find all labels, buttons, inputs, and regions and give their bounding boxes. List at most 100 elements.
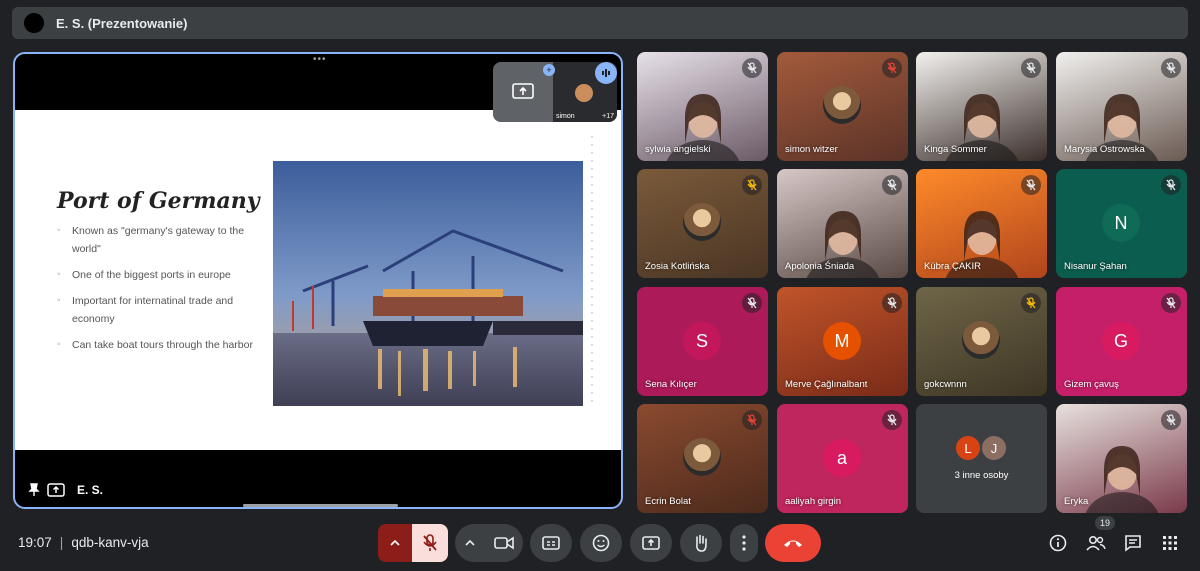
mic-toggle-button[interactable] (412, 524, 448, 562)
meeting-details-button[interactable] (1045, 530, 1071, 556)
present-button[interactable] (630, 524, 672, 562)
mic-off-icon (882, 175, 902, 195)
participant-tile[interactable]: Kinga Sommer (916, 52, 1047, 161)
reactions-button[interactable] (580, 524, 622, 562)
participant-name: Apolonia Śniada (785, 261, 855, 272)
participant-tile[interactable]: N Nisanur Şahan (1056, 169, 1187, 278)
participant-name: Kinga Sommer (924, 144, 987, 155)
info-icon (1049, 534, 1067, 552)
presenter-bar: E. S. (Prezentowanie) (12, 7, 1188, 39)
pin-icon[interactable]: + (543, 64, 555, 76)
participant-tile[interactable]: a aaliyah girgin (777, 404, 908, 513)
more-vert-icon (742, 535, 746, 551)
avatar (823, 86, 861, 124)
slide: Port of Germany Known as "germany's gate… (15, 110, 621, 450)
slide-bullet: One of the biggest ports in europe (57, 266, 257, 284)
meeting-code[interactable]: qdb-kanv-vja (71, 535, 148, 550)
slide-bullet: Important for internatinal trade and eco… (57, 292, 257, 328)
slide-bullets: Known as "germany's gateway to the world… (57, 222, 257, 362)
participant-name: Ecrin Bolat (645, 496, 691, 507)
participant-tile[interactable]: simon witzer (777, 52, 908, 161)
participant-name: Nisanur Şahan (1064, 261, 1127, 272)
pip-participant-count: +17 (602, 113, 614, 120)
participant-tile[interactable]: M Merve Çağlınalbant (777, 287, 908, 396)
participant-name: sylwia angielski (645, 144, 711, 155)
mic-off-icon (423, 534, 437, 551)
chat-button[interactable] (1120, 530, 1146, 556)
participant-tile[interactable]: sylwia angielski (637, 52, 768, 161)
camera-options-button[interactable] (455, 539, 485, 547)
mic-off-icon (742, 175, 762, 195)
mic-off-icon (1161, 293, 1181, 313)
mic-off-icon (882, 410, 902, 430)
mic-off-icon (1021, 58, 1041, 78)
activities-button[interactable] (1157, 530, 1183, 556)
pin-icon[interactable] (27, 483, 41, 497)
participant-name: Zosia Kotlińska (645, 261, 710, 272)
chevron-up-icon (465, 539, 475, 546)
presenter-label: E. S. (27, 483, 103, 497)
mic-options-button[interactable] (378, 524, 412, 562)
avatar: M (823, 322, 861, 360)
more-options-button[interactable] (730, 524, 758, 562)
chat-icon (1125, 535, 1141, 552)
avatar (575, 84, 593, 102)
avatar (962, 321, 1000, 359)
mic-off-icon (1021, 293, 1041, 313)
raise-hand-button[interactable] (680, 524, 722, 562)
mic-off-icon (1161, 58, 1181, 78)
captions-button[interactable] (530, 524, 572, 562)
chevron-up-icon (390, 539, 400, 546)
mic-control-group (378, 524, 448, 562)
participant-tile[interactable]: Ecrin Bolat (637, 404, 768, 513)
mic-off-icon (882, 293, 902, 313)
slide-bullet: Known as "germany's gateway to the world… (57, 222, 257, 258)
apps-grid-icon (1163, 536, 1177, 550)
presenter-avatar (24, 13, 44, 33)
present-screen-icon (47, 483, 65, 497)
participant-tile[interactable]: Marysia Ostrowska (1056, 52, 1187, 161)
participant-tile[interactable]: Eryka (1056, 404, 1187, 513)
mic-off-icon (1161, 410, 1181, 430)
participant-name: Sena Kılıçer (645, 379, 697, 390)
hand-icon (696, 534, 707, 552)
camera-control-group (455, 524, 523, 562)
avatar: L (954, 434, 982, 462)
slide-decoration (587, 130, 597, 430)
others-avatars: LJ (954, 434, 1008, 462)
present-screen-icon (512, 83, 534, 99)
participant-name: Marysia Ostrowska (1064, 144, 1145, 155)
participant-tile[interactable]: G Gizem çavuş (1056, 287, 1187, 396)
drag-handle-icon[interactable]: ••• (313, 54, 327, 65)
present-screen-icon (642, 536, 660, 550)
emoji-icon (592, 534, 610, 552)
presentation-tile[interactable]: ••• Port of Germany Known as "germany's … (13, 52, 623, 509)
camera-toggle-button[interactable] (485, 536, 523, 550)
participant-name: Kübra ÇAKIR (924, 261, 982, 272)
participants-count-badge: 19 (1095, 516, 1115, 530)
participant-tile[interactable]: LJ 3 inne osoby (916, 404, 1047, 513)
people-button[interactable] (1083, 530, 1109, 556)
participant-tile[interactable]: S Sena Kılıçer (637, 287, 768, 396)
mic-off-icon (1161, 175, 1181, 195)
end-call-icon (784, 540, 802, 547)
participant-name: Eryka (1064, 496, 1089, 507)
video-camera-icon (494, 536, 514, 550)
resize-handle[interactable] (243, 504, 398, 507)
pip-participant-name: simon (556, 113, 575, 120)
mic-off-icon (742, 293, 762, 313)
avatar: a (823, 439, 861, 477)
leave-call-button[interactable] (765, 524, 821, 562)
participant-tile[interactable]: Apolonia Śniada (777, 169, 908, 278)
participant-tile[interactable]: Kübra ÇAKIR (916, 169, 1047, 278)
slide-bullet: Can take boat tours through the harbor (57, 336, 257, 354)
avatar (683, 203, 721, 241)
participant-tile[interactable]: gokcwnnn (916, 287, 1047, 396)
participant-name: 3 inne osoby (954, 470, 1009, 481)
avatar: J (980, 434, 1008, 462)
participant-tile[interactable]: Zosia Kotlińska (637, 169, 768, 278)
mic-off-icon (1021, 175, 1041, 195)
participant-name: Merve Çağlınalbant (785, 379, 868, 390)
people-icon (1086, 535, 1106, 551)
participant-name: gokcwnnn (924, 379, 967, 390)
